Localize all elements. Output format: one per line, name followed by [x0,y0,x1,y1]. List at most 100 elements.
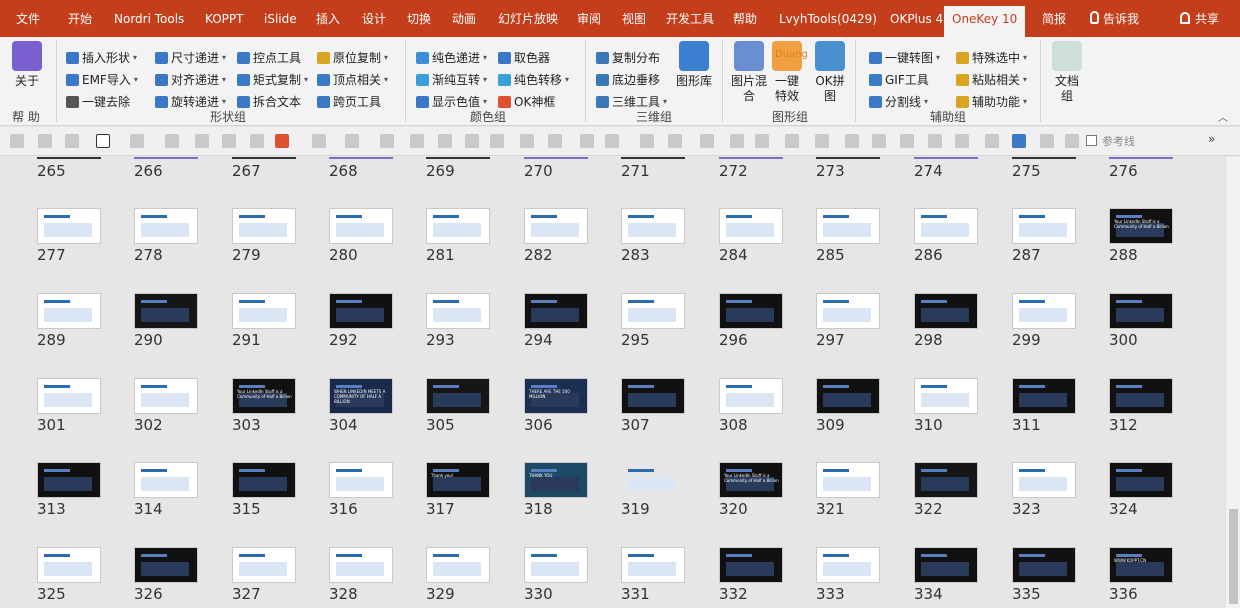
slide-thumbnail[interactable] [1109,462,1173,498]
slide-thumbnail[interactable] [232,208,296,244]
slide-thumbnail[interactable] [1012,462,1076,498]
slide-thumbnail[interactable] [621,208,685,244]
slide-thumbnail[interactable] [329,547,393,583]
tab-12[interactable]: 开发工具 [666,0,714,37]
toolbar-button-28[interactable] [845,134,859,148]
tab-9[interactable]: 幻灯片放映 [498,0,558,37]
toolbar-button-10[interactable] [312,134,326,148]
toolbar-button-8[interactable] [250,134,264,148]
slide-thumbnail[interactable] [329,293,393,329]
slide-thumbnail[interactable] [524,547,588,583]
slide-thumbnail[interactable] [719,378,783,414]
tab-0[interactable]: 文件 [16,0,40,37]
toolbar-button-31[interactable] [928,134,942,148]
slide-thumbnail[interactable]: Your LinkedIn Stuff is a Community of Ha… [232,378,296,414]
tab-2[interactable]: Nordri Tools [114,0,184,37]
slide-thumbnail[interactable] [914,208,978,244]
slide-thumbnail[interactable] [1109,378,1173,414]
ref-line-checkbox[interactable] [1086,135,1097,146]
slide-thumbnail[interactable]: THERE ARE THE 500 MILLION [524,378,588,414]
toolbar-button-24[interactable] [730,134,744,148]
toolbar-button-12[interactable] [380,134,394,148]
3d-tool-1[interactable]: 底边垂移 [596,70,660,90]
shape-tool-1[interactable]: EMF导入 ▾ [66,70,138,90]
shape-tool-2[interactable]: 一键去除 [66,92,130,112]
slide-thumbnail[interactable] [1109,293,1173,329]
toolbar-button-18[interactable] [548,134,562,148]
slide-thumbnail[interactable] [329,462,393,498]
slide-thumbnail[interactable] [134,462,198,498]
tab-19[interactable]: 共享 [1195,0,1219,37]
shape-tool-4[interactable]: 对齐递进 ▾ [155,70,226,90]
tab-4[interactable]: iSlide [264,0,297,37]
slide-thumbnail[interactable] [37,462,101,498]
scrollbar-thumb[interactable] [1229,509,1238,604]
slide-thumbnail[interactable] [719,547,783,583]
toolbar-button-21[interactable] [640,134,654,148]
vertical-scrollbar[interactable] [1225,157,1240,608]
slide-thumbnail[interactable]: Your LinkedIn Stuff is a Community of Ha… [719,462,783,498]
slide-thumbnail[interactable] [232,462,296,498]
toolbar-button-23[interactable] [700,134,714,148]
about-button[interactable]: 关于 [4,41,50,89]
slide-thumbnail[interactable] [816,547,880,583]
slide-thumbnail[interactable] [134,208,198,244]
slide-thumbnail[interactable] [426,547,490,583]
slide-thumbnail[interactable]: THANK YOU [524,462,588,498]
slide-thumbnail[interactable] [719,208,783,244]
slide-thumbnail[interactable] [1012,378,1076,414]
slide-thumbnail[interactable] [134,378,198,414]
slide-thumbnail[interactable] [524,293,588,329]
slide-thumbnail[interactable] [816,293,880,329]
shape-tool-6[interactable]: 控点工具 [237,48,301,68]
doc-group-button[interactable]: 文档组 [1050,41,1084,104]
toolbar-button-5[interactable] [165,134,179,148]
toolbar-button-26[interactable] [785,134,799,148]
tab-15[interactable]: OKPlus 4 [890,0,943,37]
slide-thumbnail[interactable] [621,293,685,329]
slide-thumbnail[interactable] [37,547,101,583]
toolbar-button-1[interactable] [38,134,52,148]
toolbar-button-34[interactable] [1012,134,1026,148]
toolbar-button-14[interactable] [438,134,452,148]
slide-thumbnail[interactable] [134,293,198,329]
shape-tool-0[interactable]: 插入形状 ▾ [66,48,137,68]
shape-tool-11[interactable]: 跨页工具 [317,92,381,112]
more-icon[interactable]: » [1208,132,1215,146]
toolbar-button-0[interactable] [10,134,24,148]
toolbar-button-27[interactable] [815,134,829,148]
tab-8[interactable]: 动画 [452,0,476,37]
toolbar-button-30[interactable] [900,134,914,148]
color-tool-4[interactable]: 纯色转移 ▾ [498,70,569,90]
toolbar-button-35[interactable] [1040,134,1054,148]
tab-6[interactable]: 设计 [362,0,386,37]
shape-tool-8[interactable]: 拆合文本 [237,92,301,112]
slide-thumbnail[interactable] [1012,547,1076,583]
toolbar-button-19[interactable] [580,134,594,148]
slide-thumbnail[interactable] [719,293,783,329]
slide-thumbnail[interactable] [134,547,198,583]
toolbar-button-33[interactable] [985,134,999,148]
slide-thumbnail[interactable] [621,547,685,583]
toolbar-button-3[interactable] [96,134,110,148]
color-tool-1[interactable]: 渐纯互转 ▾ [416,70,487,90]
toolbar-button-22[interactable] [668,134,682,148]
tab-17[interactable]: 简报 [1042,0,1066,37]
shape-tool-7[interactable]: 矩式复制 ▾ [237,70,308,90]
aux-tool-1[interactable]: GIF工具 [869,70,929,90]
tab-18[interactable]: 告诉我 [1103,0,1139,37]
aux-tool-0[interactable]: 一键转图 ▾ [869,48,940,68]
color-tool-0[interactable]: 纯色递进 ▾ [416,48,487,68]
toolbar-button-32[interactable] [955,134,969,148]
slide-thumbnail[interactable]: Your LinkedIn Stuff is a Community of Ha… [1109,208,1173,244]
slide-thumbnail[interactable]: WWW.KOPPT.CN [1109,547,1173,583]
slide-thumbnail[interactable] [816,378,880,414]
tab-11[interactable]: 视图 [622,0,646,37]
slide-thumbnail[interactable] [426,378,490,414]
shape-tool-10[interactable]: 顶点相关 ▾ [317,70,388,90]
tab-1[interactable]: 开始 [68,0,92,37]
aux-tool-3[interactable]: 特殊选中 ▾ [956,48,1027,68]
slide-thumbnail[interactable] [914,293,978,329]
shape-tool-3[interactable]: 尺寸递进 ▾ [155,48,226,68]
tab-10[interactable]: 审阅 [577,0,601,37]
